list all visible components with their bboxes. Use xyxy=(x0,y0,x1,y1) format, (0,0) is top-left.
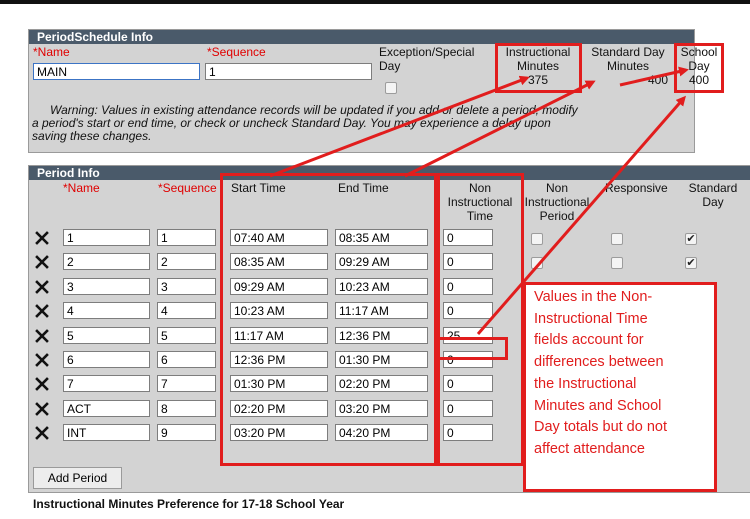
callout-line: Minutes and School xyxy=(534,397,662,414)
callout-line: differences between xyxy=(534,354,664,371)
callout-line: fields account for xyxy=(534,332,644,349)
annotation-callout: Values in the Non- Instructional Time fiel… xyxy=(523,282,717,492)
callout-line: Instructional Time xyxy=(534,310,648,327)
callout-line: affect attendance xyxy=(534,440,645,457)
arrow-noninstructional-to-instructional xyxy=(404,80,596,178)
arrow-time-to-instructional xyxy=(269,75,530,178)
callout-line: the Instructional xyxy=(534,375,637,392)
callout-line: Day totals but do not xyxy=(534,419,667,436)
arrow-standard-to-school-day xyxy=(619,66,689,87)
callout-line: Values in the Non- xyxy=(534,289,653,305)
